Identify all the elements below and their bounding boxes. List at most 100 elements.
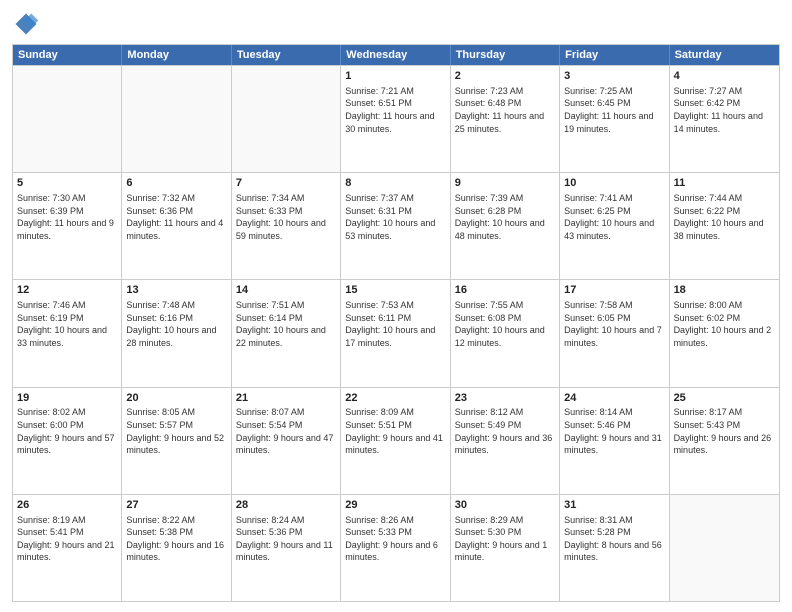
calendar-row-2: 12 Sunrise: 7:46 AM Sunset: 6:19 PM Dayli… [13, 279, 779, 386]
weekday-header-sunday: Sunday [13, 45, 122, 65]
day-info: Sunrise: 7:37 AM Sunset: 6:31 PM Dayligh… [345, 193, 435, 241]
day-info: Sunrise: 8:29 AM Sunset: 5:30 PM Dayligh… [455, 515, 548, 563]
calendar-row-3: 19Sunrise: 8:02 AM Sunset: 6:00 PM Dayli… [13, 387, 779, 494]
day-info: Sunrise: 7:58 AM Sunset: 6:05 PM Dayligh… [564, 300, 662, 348]
day-info: Sunrise: 7:39 AM Sunset: 6:28 PM Dayligh… [455, 193, 545, 241]
day-cell-20: 20Sunrise: 8:05 AM Sunset: 5:57 PM Dayli… [122, 388, 231, 494]
calendar: SundayMondayTuesdayWednesdayThursdayFrid… [12, 44, 780, 602]
day-number: 10 [564, 176, 664, 191]
day-cell-empty-0-0 [13, 66, 122, 172]
header [12, 10, 780, 38]
day-info: Sunrise: 7:25 AM Sunset: 6:45 PM Dayligh… [564, 86, 653, 134]
page-container: SundayMondayTuesdayWednesdayThursdayFrid… [0, 0, 792, 612]
day-number: 28 [236, 498, 336, 513]
day-number: 27 [126, 498, 226, 513]
day-info: Sunrise: 8:31 AM Sunset: 5:28 PM Dayligh… [564, 515, 662, 563]
day-cell-18: 18Sunrise: 8:00 AM Sunset: 6:02 PM Dayli… [670, 280, 779, 386]
day-cell-3: 3 Sunrise: 7:25 AM Sunset: 6:45 PM Daylig… [560, 66, 669, 172]
day-number: 3 [564, 69, 664, 84]
day-number: 23 [455, 391, 555, 406]
day-cell-22: 22Sunrise: 8:09 AM Sunset: 5:51 PM Dayli… [341, 388, 450, 494]
day-info: Sunrise: 8:14 AM Sunset: 5:46 PM Dayligh… [564, 407, 662, 455]
weekday-header-saturday: Saturday [670, 45, 779, 65]
logo [12, 10, 44, 38]
day-number: 11 [674, 176, 775, 191]
day-cell-9: 9 Sunrise: 7:39 AM Sunset: 6:28 PM Daylig… [451, 173, 560, 279]
day-cell-10: 10Sunrise: 7:41 AM Sunset: 6:25 PM Dayli… [560, 173, 669, 279]
day-info: Sunrise: 8:19 AM Sunset: 5:41 PM Dayligh… [17, 515, 115, 563]
day-cell-27: 27 Sunrise: 8:22 AM Sunset: 5:38 PM Dayli… [122, 495, 231, 601]
day-info: Sunrise: 8:02 AM Sunset: 6:00 PM Dayligh… [17, 407, 115, 455]
day-info: Sunrise: 7:44 AM Sunset: 6:22 PM Dayligh… [674, 193, 764, 241]
calendar-header: SundayMondayTuesdayWednesdayThursdayFrid… [13, 45, 779, 65]
day-cell-15: 15 Sunrise: 7:53 AM Sunset: 6:11 PM Dayli… [341, 280, 450, 386]
day-cell-empty-0-1 [122, 66, 231, 172]
day-cell-12: 12 Sunrise: 7:46 AM Sunset: 6:19 PM Dayli… [13, 280, 122, 386]
day-info: Sunrise: 8:09 AM Sunset: 5:51 PM Dayligh… [345, 407, 443, 455]
day-info: Sunrise: 8:22 AM Sunset: 5:38 PM Dayligh… [126, 515, 224, 563]
calendar-row-1: 5Sunrise: 7:30 AM Sunset: 6:39 PM Daylig… [13, 172, 779, 279]
day-cell-31: 31 Sunrise: 8:31 AM Sunset: 5:28 PM Dayli… [560, 495, 669, 601]
day-number: 22 [345, 391, 445, 406]
day-cell-2: 2 Sunrise: 7:23 AM Sunset: 6:48 PM Daylig… [451, 66, 560, 172]
day-number: 21 [236, 391, 336, 406]
calendar-row-0: 1 Sunrise: 7:21 AM Sunset: 6:51 PM Daylig… [13, 65, 779, 172]
day-cell-30: 30 Sunrise: 8:29 AM Sunset: 5:30 PM Dayli… [451, 495, 560, 601]
weekday-header-thursday: Thursday [451, 45, 560, 65]
weekday-header-friday: Friday [560, 45, 669, 65]
day-number: 1 [345, 69, 445, 84]
day-cell-empty-0-2 [232, 66, 341, 172]
day-info: Sunrise: 7:23 AM Sunset: 6:48 PM Dayligh… [455, 86, 544, 134]
day-number: 19 [17, 391, 117, 406]
day-cell-4: 4 Sunrise: 7:27 AM Sunset: 6:42 PM Daylig… [670, 66, 779, 172]
weekday-header-monday: Monday [122, 45, 231, 65]
day-info: Sunrise: 7:34 AM Sunset: 6:33 PM Dayligh… [236, 193, 326, 241]
day-info: Sunrise: 7:21 AM Sunset: 6:51 PM Dayligh… [345, 86, 434, 134]
day-number: 18 [674, 283, 775, 298]
day-number: 16 [455, 283, 555, 298]
day-cell-11: 11 Sunrise: 7:44 AM Sunset: 6:22 PM Dayli… [670, 173, 779, 279]
calendar-row-4: 26 Sunrise: 8:19 AM Sunset: 5:41 PM Dayli… [13, 494, 779, 601]
weekday-header-tuesday: Tuesday [232, 45, 341, 65]
day-info: Sunrise: 7:51 AM Sunset: 6:14 PM Dayligh… [236, 300, 326, 348]
weekday-header-wednesday: Wednesday [341, 45, 450, 65]
day-number: 14 [236, 283, 336, 298]
day-number: 9 [455, 176, 555, 191]
day-info: Sunrise: 7:30 AM Sunset: 6:39 PM Dayligh… [17, 193, 114, 241]
day-cell-13: 13Sunrise: 7:48 AM Sunset: 6:16 PM Dayli… [122, 280, 231, 386]
day-info: Sunrise: 7:46 AM Sunset: 6:19 PM Dayligh… [17, 300, 107, 348]
day-cell-7: 7Sunrise: 7:34 AM Sunset: 6:33 PM Daylig… [232, 173, 341, 279]
day-cell-empty-4-6 [670, 495, 779, 601]
day-info: Sunrise: 8:05 AM Sunset: 5:57 PM Dayligh… [126, 407, 224, 455]
day-info: Sunrise: 7:53 AM Sunset: 6:11 PM Dayligh… [345, 300, 435, 348]
calendar-body: 1 Sunrise: 7:21 AM Sunset: 6:51 PM Daylig… [13, 65, 779, 601]
day-number: 17 [564, 283, 664, 298]
day-cell-26: 26 Sunrise: 8:19 AM Sunset: 5:41 PM Dayli… [13, 495, 122, 601]
day-cell-5: 5Sunrise: 7:30 AM Sunset: 6:39 PM Daylig… [13, 173, 122, 279]
day-number: 20 [126, 391, 226, 406]
day-number: 31 [564, 498, 664, 513]
day-cell-24: 24Sunrise: 8:14 AM Sunset: 5:46 PM Dayli… [560, 388, 669, 494]
day-number: 12 [17, 283, 117, 298]
day-cell-17: 17 Sunrise: 7:58 AM Sunset: 6:05 PM Dayli… [560, 280, 669, 386]
day-cell-1: 1 Sunrise: 7:21 AM Sunset: 6:51 PM Daylig… [341, 66, 450, 172]
day-cell-8: 8Sunrise: 7:37 AM Sunset: 6:31 PM Daylig… [341, 173, 450, 279]
day-number: 30 [455, 498, 555, 513]
day-cell-16: 16 Sunrise: 7:55 AM Sunset: 6:08 PM Dayli… [451, 280, 560, 386]
day-number: 26 [17, 498, 117, 513]
day-info: Sunrise: 8:24 AM Sunset: 5:36 PM Dayligh… [236, 515, 333, 563]
day-cell-21: 21Sunrise: 8:07 AM Sunset: 5:54 PM Dayli… [232, 388, 341, 494]
day-info: Sunrise: 7:55 AM Sunset: 6:08 PM Dayligh… [455, 300, 545, 348]
day-number: 13 [126, 283, 226, 298]
day-cell-19: 19Sunrise: 8:02 AM Sunset: 6:00 PM Dayli… [13, 388, 122, 494]
day-cell-6: 6Sunrise: 7:32 AM Sunset: 6:36 PM Daylig… [122, 173, 231, 279]
day-number: 25 [674, 391, 775, 406]
day-info: Sunrise: 7:27 AM Sunset: 6:42 PM Dayligh… [674, 86, 763, 134]
day-info: Sunrise: 8:12 AM Sunset: 5:49 PM Dayligh… [455, 407, 553, 455]
day-number: 4 [674, 69, 775, 84]
day-number: 2 [455, 69, 555, 84]
day-cell-23: 23Sunrise: 8:12 AM Sunset: 5:49 PM Dayli… [451, 388, 560, 494]
logo-icon [12, 10, 40, 38]
day-info: Sunrise: 7:32 AM Sunset: 6:36 PM Dayligh… [126, 193, 223, 241]
day-number: 15 [345, 283, 445, 298]
